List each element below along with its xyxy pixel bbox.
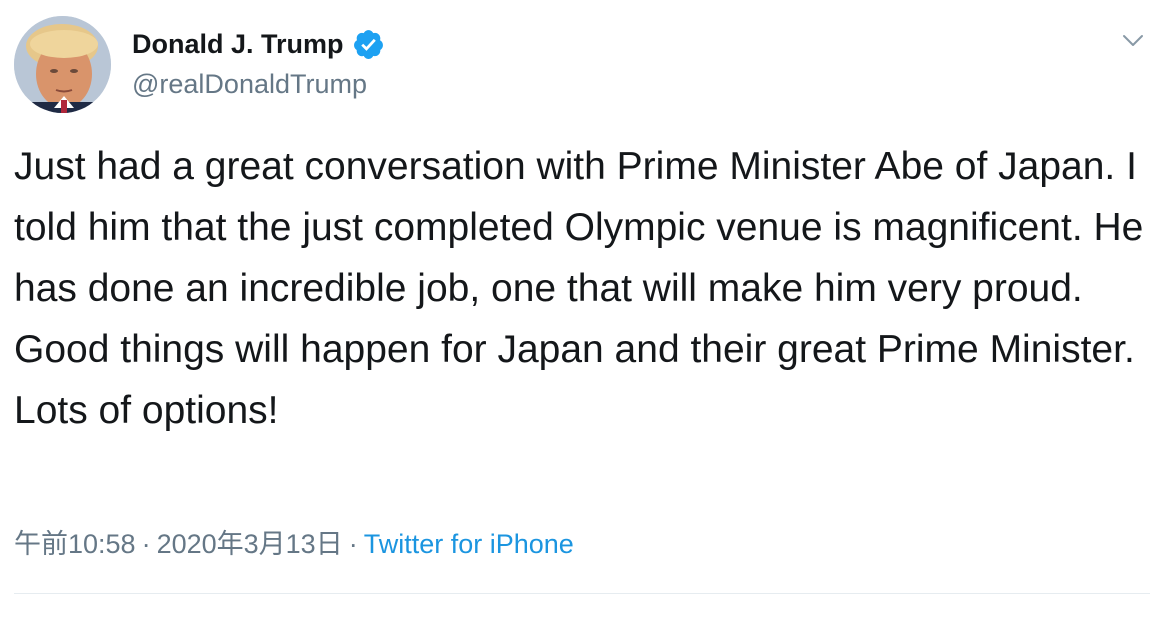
verified-badge-icon (352, 28, 385, 61)
profile-avatar-image (14, 16, 111, 113)
avatar[interactable] (14, 16, 111, 113)
meta-separator: · (348, 529, 358, 559)
tweet-metadata: 午前10:58 · 2020年3月13日 · Twitter for iPhone (14, 526, 574, 562)
user-handle[interactable]: @realDonaldTrump (132, 66, 367, 102)
divider (14, 593, 1150, 594)
tweet-date[interactable]: 2020年3月13日 (157, 529, 343, 559)
tweet-card: Donald J. Trump @realDonaldTrump Just ha… (0, 0, 1170, 618)
tweet-text: Just had a great conversation with Prime… (14, 145, 1144, 432)
tweet-time[interactable]: 午前10:58 (14, 529, 136, 559)
meta-separator: · (141, 529, 151, 559)
author-name-row[interactable]: Donald J. Trump (132, 26, 385, 62)
display-name[interactable]: Donald J. Trump (132, 26, 344, 62)
chevron-down-icon[interactable] (1121, 28, 1145, 52)
tweet-source-link[interactable]: Twitter for iPhone (364, 529, 574, 559)
